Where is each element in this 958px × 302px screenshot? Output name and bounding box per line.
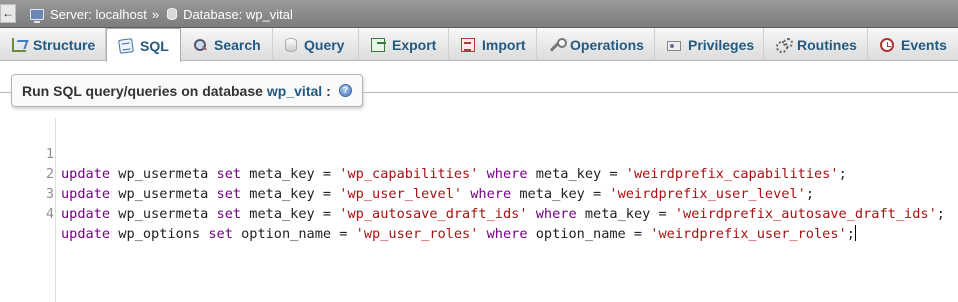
identifier: meta_key = <box>576 206 675 222</box>
text-cursor <box>854 225 856 241</box>
identifier: option_name = <box>527 226 651 242</box>
keyword: where <box>535 206 577 222</box>
tab-events[interactable]: Events <box>868 28 958 61</box>
code-text: update wp_usermeta set meta_key = 'wp_au… <box>61 204 945 224</box>
semicolon: ; <box>936 206 945 222</box>
export-icon <box>371 37 386 52</box>
sql-panel-legend: Run SQL query/queries on database wp_vit… <box>11 74 363 107</box>
tab-operations[interactable]: Operations <box>537 28 655 61</box>
legend-prefix: Run SQL query/queries on database <box>22 82 263 99</box>
line-number: 4 <box>45 206 54 222</box>
tab-export-label: Export <box>392 36 437 53</box>
legend-suffix: : <box>326 82 331 99</box>
string-literal: 'wp_autosave_draft_ids' <box>339 206 528 222</box>
code-line: 1 update wp_usermeta set meta_key = 'wp_… <box>0 124 958 182</box>
tab-query[interactable]: Query <box>273 28 359 61</box>
clock-icon <box>880 37 894 52</box>
code-line: 3 update wp_usermeta set meta_key = 'wp_… <box>0 164 958 222</box>
identifier: meta_key = <box>241 206 340 222</box>
tab-export[interactable]: Export <box>359 28 449 61</box>
tab-import[interactable]: Import <box>449 28 537 61</box>
privileges-icon <box>667 40 681 51</box>
code-text: update wp_options set option_name = 'wp_… <box>61 224 856 244</box>
tab-structure-label: Structure <box>33 36 96 53</box>
search-icon <box>193 38 207 52</box>
identifier: wp_options <box>110 226 209 242</box>
breadcrumb-server-link[interactable]: Server: localhost <box>50 7 147 22</box>
tab-routines[interactable]: Routines <box>764 28 868 61</box>
keyword: update <box>61 226 111 242</box>
breadcrumb-database-link[interactable]: Database: wp_vital <box>183 7 293 22</box>
query-icon <box>285 37 297 52</box>
back-arrow-icon[interactable]: ← <box>0 4 16 23</box>
tab-sql-label: SQL <box>140 37 169 54</box>
sql-editor[interactable]: 1 update wp_usermeta set meta_key = 'wp_… <box>0 118 958 302</box>
keyword: set <box>216 206 242 222</box>
help-icon[interactable]: ? <box>338 84 352 97</box>
keyword: update <box>61 206 111 222</box>
keyword: where <box>486 226 528 242</box>
code-line: 2 update wp_usermeta set meta_key = 'wp_… <box>0 144 958 202</box>
tab-structure[interactable]: Structure <box>0 28 106 61</box>
tab-import-label: Import <box>482 36 526 53</box>
sql-icon <box>118 37 134 54</box>
tab-operations-label: Operations <box>570 36 644 53</box>
tab-search[interactable]: Search <box>181 28 273 61</box>
tab-privileges-label: Privileges <box>688 36 755 53</box>
database-icon <box>167 8 178 20</box>
structure-icon <box>12 37 26 52</box>
identifier: option_name = <box>232 226 356 242</box>
tab-routines-label: Routines <box>797 36 857 53</box>
breadcrumb-separator: » <box>151 6 160 22</box>
breadcrumb-bar: ← Server: localhost » Database: wp_vital <box>0 0 958 28</box>
routines-icon <box>776 37 793 53</box>
tab-events-label: Events <box>901 36 947 53</box>
code-line: 4 update wp_options set option_name = 'w… <box>0 184 958 242</box>
import-icon <box>461 37 475 52</box>
tab-bar: Structure SQL Search Query Export Import… <box>0 28 958 62</box>
legend-database-link[interactable]: wp_vital <box>267 83 322 99</box>
string-literal: 'weirdprefix_autosave_draft_ids' <box>674 206 937 222</box>
tab-privileges[interactable]: Privileges <box>655 28 764 61</box>
tab-sql[interactable]: SQL <box>106 28 181 62</box>
keyword: set <box>208 226 233 242</box>
tab-search-label: Search <box>214 36 261 53</box>
server-icon <box>30 8 44 23</box>
string-literal: 'wp_user_roles' <box>355 226 479 242</box>
semicolon: ; <box>846 226 855 242</box>
tab-query-label: Query <box>304 36 345 53</box>
wrench-icon <box>549 37 567 52</box>
string-literal: 'weirdprefix_user_roles' <box>650 226 847 242</box>
breadcrumb: Server: localhost » Database: wp_vital <box>30 6 293 23</box>
identifier: wp_usermeta <box>110 206 217 222</box>
